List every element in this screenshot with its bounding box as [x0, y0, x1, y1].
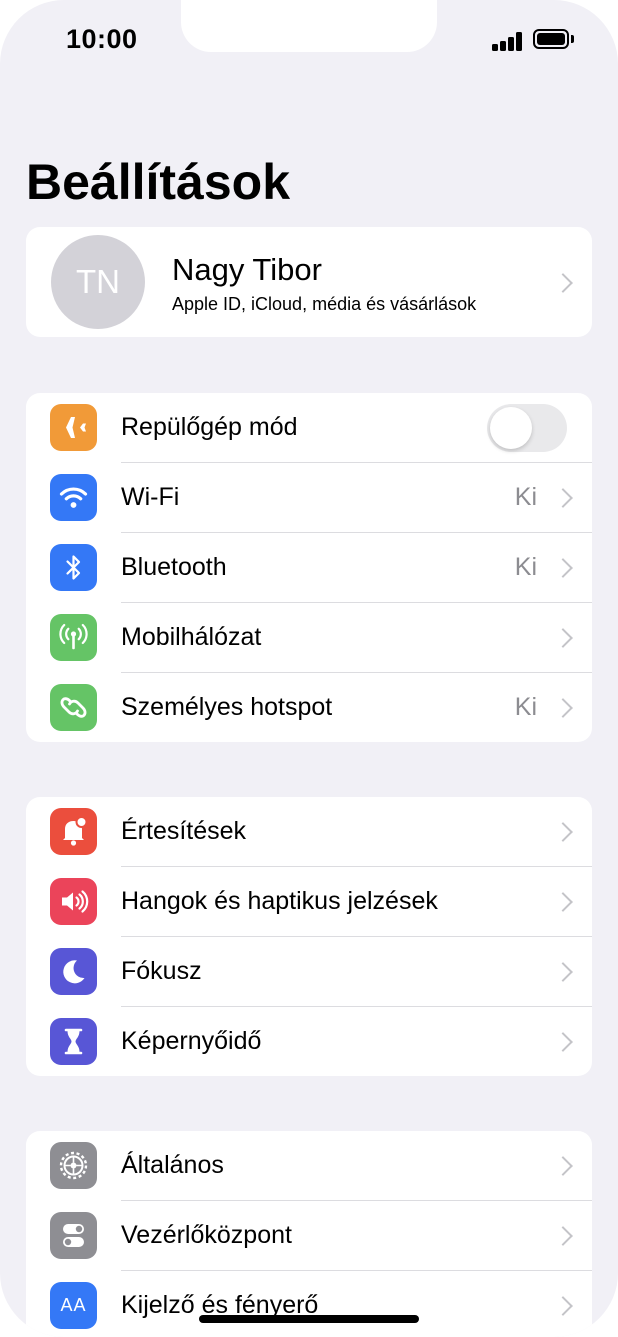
- text-size-icon-glyph: AA: [60, 1295, 87, 1315]
- settings-row-label: Személyes hotspot: [121, 693, 333, 721]
- settings-row-label: Mobilhálózat: [121, 623, 262, 651]
- status-time: 10:00: [66, 24, 138, 54]
- profile-name: Nagy Tibor: [172, 252, 322, 287]
- settings-row-label: Fókusz: [121, 957, 202, 985]
- battery-tip: [571, 35, 574, 43]
- speaker-icon: [50, 878, 97, 925]
- settings-row-label: Vezérlőközpont: [121, 1221, 292, 1249]
- settings-row-value: Ki: [514, 483, 537, 511]
- settings-row-personal-hotspot[interactable]: Személyes hotspot Ki: [26, 673, 592, 742]
- device-notch: [181, 0, 437, 52]
- settings-row-cellular[interactable]: Mobilhálózat: [26, 603, 592, 673]
- settings-row-sounds-haptics[interactable]: Hangok és haptikus jelzések: [26, 867, 592, 937]
- chevron-right-icon: [553, 628, 573, 648]
- airplane-icon: [50, 404, 97, 451]
- settings-group-notifications: Értesítések Hangok és haptikus jelzések: [26, 797, 592, 1076]
- bell-icon: [50, 808, 97, 855]
- settings-group-connectivity: Repülőgép mód Wi-Fi Ki Bluetooth Ki Mobi…: [26, 393, 592, 742]
- chevron-right-icon: [553, 558, 573, 578]
- settings-row-wifi[interactable]: Wi-Fi Ki: [26, 463, 592, 533]
- settings-screen: 10:00 Beállítások TN Nagy Tibor Apple ID…: [0, 0, 618, 1337]
- antenna-icon: [50, 614, 97, 661]
- chevron-right-icon: [553, 698, 573, 718]
- chevron-right-icon: [553, 1296, 573, 1316]
- apple-id-profile-row[interactable]: TN Nagy Tibor Apple ID, iCloud, média és…: [26, 227, 592, 337]
- settings-row-airplane-mode[interactable]: Repülőgép mód: [26, 393, 592, 463]
- gear-icon: [50, 1142, 97, 1189]
- settings-group-general: Általános Vezérlőközpont AA Kijelző és f: [26, 1131, 592, 1337]
- settings-row-bluetooth[interactable]: Bluetooth Ki: [26, 533, 592, 603]
- text-size-icon: AA: [50, 1282, 97, 1329]
- airplane-mode-toggle[interactable]: [487, 404, 567, 452]
- settings-row-label: Képernyőidő: [121, 1027, 262, 1055]
- battery-icon: [533, 29, 569, 49]
- home-indicator[interactable]: [199, 1315, 419, 1323]
- avatar: TN: [51, 235, 145, 329]
- page-title: Beállítások: [26, 154, 291, 210]
- chevron-right-icon: [553, 1032, 573, 1052]
- settings-row-label: Wi-Fi: [121, 483, 180, 511]
- chevron-right-icon: [553, 1156, 573, 1176]
- settings-row-label: Általános: [121, 1151, 224, 1179]
- settings-row-label: Hangok és haptikus jelzések: [121, 887, 438, 915]
- toggle-knob: [490, 407, 532, 449]
- chevron-right-icon: [553, 488, 573, 508]
- chevron-right-icon: [553, 892, 573, 912]
- chevron-right-icon: [553, 1226, 573, 1246]
- settings-row-focus[interactable]: Fókusz: [26, 937, 592, 1007]
- switches-icon: [50, 1212, 97, 1259]
- settings-row-label: Értesítések: [121, 817, 247, 845]
- settings-row-screen-time[interactable]: Képernyőidő: [26, 1007, 592, 1076]
- settings-row-general[interactable]: Általános: [26, 1131, 592, 1201]
- moon-icon: [50, 948, 97, 995]
- chevron-right-icon: [553, 822, 573, 842]
- profile-subtitle: Apple ID, iCloud, média és vásárlások: [172, 294, 477, 314]
- settings-row-notifications[interactable]: Értesítések: [26, 797, 592, 867]
- settings-row-value: Ki: [514, 553, 537, 581]
- chevron-right-icon: [553, 273, 573, 293]
- settings-row-value: Ki: [514, 693, 537, 721]
- hotspot-link-icon: [50, 684, 97, 731]
- settings-row-display-brightness[interactable]: AA Kijelző és fényerő: [26, 1271, 592, 1337]
- chevron-right-icon: [553, 962, 573, 982]
- cellular-signal-icon: [492, 32, 524, 51]
- settings-row-control-center[interactable]: Vezérlőközpont: [26, 1201, 592, 1271]
- wifi-icon: [50, 474, 97, 521]
- settings-row-label: Repülőgép mód: [121, 413, 298, 441]
- hourglass-icon: [50, 1018, 97, 1065]
- settings-row-label: Bluetooth: [121, 553, 227, 581]
- bluetooth-icon: [50, 544, 97, 591]
